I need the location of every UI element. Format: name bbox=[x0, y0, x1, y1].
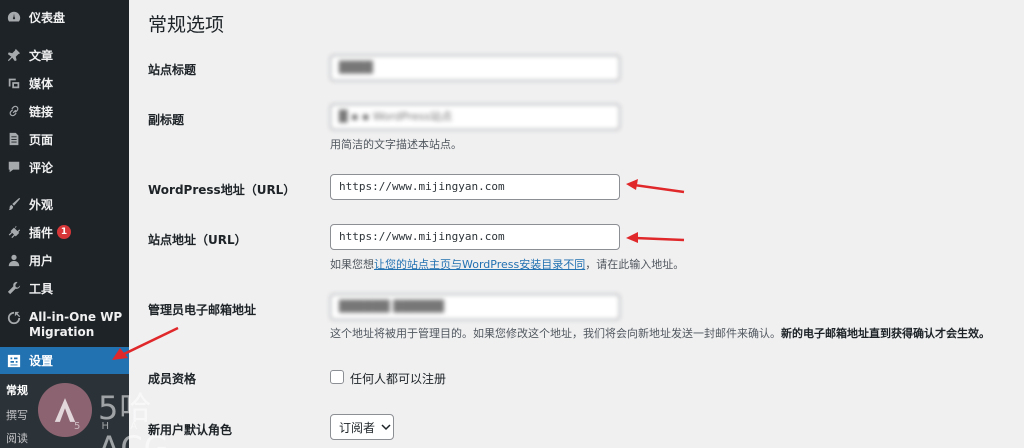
migration-icon bbox=[6, 310, 22, 326]
menu-label: 页面 bbox=[29, 132, 54, 147]
default-role-label: 新用户默认角色 bbox=[148, 423, 233, 437]
plugin-update-badge: 1 bbox=[57, 225, 72, 239]
menu-label: 仪表盘 bbox=[29, 10, 66, 25]
submenu-writing[interactable]: 撰写 bbox=[6, 407, 28, 423]
settings-content: 常规选项 站点标题 ████ 副标题 █ ▪ ▪ WordPress站点 用简洁… bbox=[129, 0, 1024, 448]
menu-settings[interactable]: 设置 bbox=[0, 347, 129, 374]
menu-label: 文章 bbox=[29, 48, 54, 63]
menu-label: 插件 bbox=[29, 225, 54, 240]
menu-media[interactable]: 媒体 bbox=[0, 70, 129, 96]
admin-email-desc-text: 这个地址将被用于管理目的。如果您修改这个地址，我们将会向新地址发送一封邮件来确认… bbox=[330, 327, 781, 340]
menu-label: 用户 bbox=[29, 253, 54, 268]
submenu-reading[interactable]: 阅读 bbox=[6, 430, 28, 446]
menu-links[interactable]: 链接 bbox=[0, 98, 129, 124]
chevron-down-icon bbox=[381, 422, 391, 432]
wrench-icon bbox=[6, 280, 22, 296]
membership-checkbox-label[interactable]: 任何人都可以注册 bbox=[350, 370, 446, 387]
default-role-value: 订阅者 bbox=[339, 420, 376, 435]
menu-label: 工具 bbox=[29, 281, 54, 296]
link-icon bbox=[6, 103, 22, 119]
settings-icon bbox=[6, 353, 22, 369]
user-icon bbox=[6, 252, 22, 268]
menu-users[interactable]: 用户 bbox=[0, 247, 129, 273]
site-title-label: 站点标题 bbox=[148, 63, 197, 77]
site-title-input[interactable]: ████ bbox=[330, 55, 620, 81]
pin-icon bbox=[6, 47, 22, 63]
page-title: 常规选项 bbox=[148, 14, 225, 36]
menu-label: 外观 bbox=[29, 197, 54, 212]
menu-label: 设置 bbox=[29, 354, 54, 368]
site-url-input[interactable]: https://www.mijingyan.com bbox=[330, 224, 620, 250]
site-url-help-link[interactable]: 让您的站点主页与WordPress安装目录不同 bbox=[374, 258, 585, 271]
site-url-label: 站点地址（URL） bbox=[148, 233, 247, 247]
comment-icon bbox=[6, 159, 22, 175]
admin-sidebar: 仪表盘 文章 媒体 链接 页面 评论 外观 插件 1 用户 工具 All-in-… bbox=[0, 0, 168, 448]
site-url-description: 如果您想让您的站点主页与WordPress安装目录不同，请在此输入地址。 bbox=[330, 256, 684, 272]
menu-label: 媒体 bbox=[29, 76, 54, 91]
tagline-label: 副标题 bbox=[148, 113, 185, 127]
wp-url-input[interactable]: https://www.mijingyan.com bbox=[330, 174, 620, 200]
membership-checkbox[interactable] bbox=[330, 370, 344, 384]
site-url-desc-text: 如果您想 bbox=[330, 258, 374, 271]
admin-email-input[interactable]: ██████ ██████ bbox=[330, 294, 620, 320]
admin-email-label: 管理员电子邮箱地址 bbox=[148, 303, 257, 317]
brush-icon bbox=[6, 196, 22, 212]
plugin-icon bbox=[6, 224, 22, 240]
default-role-select[interactable]: 订阅者 bbox=[330, 414, 394, 440]
admin-email-desc-bold: 新的电子邮箱地址直到获得确认才会生效。 bbox=[781, 327, 990, 340]
menu-label: 链接 bbox=[29, 104, 54, 119]
menu-label: 评论 bbox=[29, 160, 54, 175]
menu-plugins[interactable]: 插件 1 bbox=[0, 219, 129, 245]
wp-url-label: WordPress地址（URL） bbox=[148, 183, 296, 197]
menu-pages[interactable]: 页面 bbox=[0, 126, 129, 152]
admin-email-description: 这个地址将被用于管理目的。如果您修改这个地址，我们将会向新地址发送一封邮件来确认… bbox=[330, 325, 990, 341]
menu-comments[interactable]: 评论 bbox=[0, 154, 129, 180]
menu-tools[interactable]: 工具 bbox=[0, 275, 129, 301]
dashboard-icon bbox=[6, 9, 22, 25]
menu-appearance[interactable]: 外观 bbox=[0, 191, 129, 217]
page-icon bbox=[6, 131, 22, 147]
site-url-desc-suffix: ，请在此输入地址。 bbox=[585, 258, 685, 271]
menu-dashboard[interactable]: 仪表盘 bbox=[0, 4, 129, 30]
menu-all-in-one-wp-migration[interactable]: All-in-One WP Migration bbox=[0, 307, 129, 343]
menu-label: All-in-One WP Migration bbox=[29, 310, 123, 339]
tagline-input[interactable]: █ ▪ ▪ WordPress站点 bbox=[330, 104, 620, 130]
tagline-description: 用简洁的文字描述本站点。 bbox=[330, 138, 462, 151]
submenu-general[interactable]: 常规 bbox=[6, 382, 28, 398]
menu-posts[interactable]: 文章 bbox=[0, 42, 129, 68]
membership-label: 成员资格 bbox=[148, 372, 197, 386]
media-icon bbox=[6, 75, 22, 91]
